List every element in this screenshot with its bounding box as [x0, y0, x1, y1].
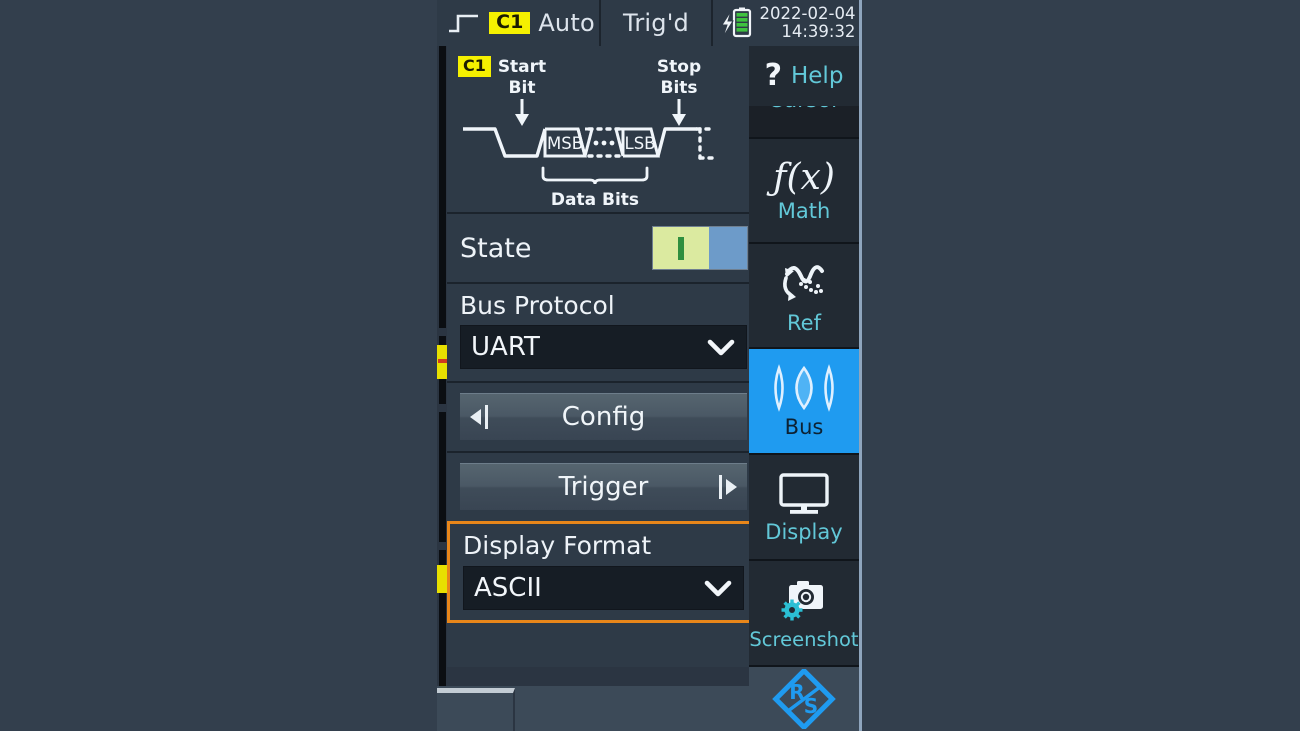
screen-root: C1 Auto Trig'd 2022-02-04 14:39:32 C1 St… [0, 0, 1300, 731]
strip-dark-seg-1 [439, 46, 446, 328]
sidebar-item-help[interactable]: ? Help [749, 46, 859, 106]
bus-protocol-field: Bus Protocol UART [447, 284, 760, 382]
svg-text:Bit: Bit [509, 78, 536, 98]
state-toggle-on-segment[interactable] [653, 227, 709, 269]
config-button-block: Config [447, 383, 760, 452]
svg-text:LSB: LSB [625, 134, 656, 153]
display-format-value: ASCII [474, 572, 542, 603]
display-format-field: Display Format ASCII [447, 521, 760, 623]
time-label: 14:39:32 [781, 22, 856, 41]
state-toggle-off-segment[interactable] [708, 227, 747, 269]
state-label: State [460, 232, 532, 264]
eye-diagram-icon [771, 364, 837, 412]
channel-marker-c1[interactable] [437, 345, 447, 379]
display-format-dropdown[interactable]: ASCII [463, 565, 744, 610]
state-on-marker [677, 236, 684, 260]
uart-waveform-svg: Start Bit Stop Bits MSB LSB Data Bits [463, 57, 719, 210]
sidebar-item-bus[interactable]: Bus [749, 349, 859, 455]
trigger-state-label: Trig'd [623, 9, 689, 37]
battery-datetime-cell[interactable]: 2022-02-04 14:39:32 [713, 0, 861, 46]
question-mark-icon: ? [764, 58, 782, 93]
fx-icon: ƒ(x) [773, 156, 835, 198]
rising-edge-icon [449, 14, 479, 33]
sidebar-label-ref: Ref [787, 310, 821, 335]
window-right-border [859, 0, 862, 731]
svg-text:MSB: MSB [547, 134, 583, 153]
sidebar-item-ref[interactable]: Ref [749, 244, 859, 349]
arrow-left-bar-icon [470, 405, 488, 430]
channel-marker-c2[interactable] [437, 565, 447, 593]
reference-waveform-icon [777, 258, 831, 308]
chevron-down-icon-2 [704, 580, 732, 596]
chevron-down-icon [707, 339, 735, 356]
state-toggle[interactable] [652, 226, 748, 270]
bar-arrow-right-icon [719, 475, 737, 500]
panel-tail-area [447, 622, 760, 667]
acquisition-mode-label: Auto [538, 9, 595, 37]
uart-frame-diagram: C1 Start Bit Stop Bits MSB LSB Data Bits [447, 46, 760, 212]
sidebar-item-cursor[interactable]: Cursor [749, 106, 859, 139]
state-row[interactable]: State [447, 214, 760, 282]
sidebar-label-display: Display [765, 520, 843, 544]
sidebar-label-help: Help [790, 62, 844, 89]
trigger-button-label: Trigger [558, 472, 649, 503]
channel-marker-strip [437, 46, 447, 686]
bus-protocol-value: UART [471, 332, 540, 363]
bus-protocol-label: Bus Protocol [460, 291, 615, 320]
battery-charging-icon [720, 7, 751, 38]
sidebar-label-math: Math [777, 198, 831, 223]
bus-protocol-dropdown[interactable]: UART [460, 325, 747, 370]
svg-text:Start: Start [498, 57, 546, 77]
status-bar: C1 Auto Trig'd 2022-02-04 14:39:32 [437, 0, 861, 46]
sidebar-item-screenshot[interactable]: Screenshot [749, 561, 859, 667]
sidebar-label-screenshot: Screenshot [749, 627, 859, 651]
date-label: 2022-02-04 [759, 4, 856, 24]
right-sidebar: ? Help Cursor ƒ(x) Math [749, 46, 859, 731]
svg-text:Data Bits: Data Bits [551, 190, 639, 210]
config-button[interactable]: Config [460, 393, 747, 441]
sidebar-label-cursor: Cursor [768, 106, 840, 112]
rohde-schwarz-logo: R S [749, 667, 859, 731]
trigger-button-block: Trigger [447, 453, 760, 522]
svg-text:Stop: Stop [657, 57, 701, 77]
trigger-button[interactable]: Trigger [460, 463, 747, 511]
camera-gear-icon [775, 577, 833, 625]
trigger-state-cell[interactable]: Trig'd [601, 0, 711, 46]
sidebar-item-display[interactable]: Display [749, 455, 859, 561]
bus-settings-panel: C1 Start Bit Stop Bits MSB LSB Data Bits… [447, 46, 760, 686]
channel-badge: C1 [489, 12, 531, 34]
display-format-label: Display Format [463, 531, 652, 561]
monitor-icon [776, 471, 832, 517]
svg-text:Bits: Bits [660, 78, 697, 98]
trigger-status-cell[interactable]: C1 Auto [437, 0, 599, 46]
sidebar-label-bus: Bus [784, 415, 824, 439]
datetime-display: 2022-02-04 14:39:32 [760, 5, 856, 41]
config-button-label: Config [561, 402, 646, 433]
sidebar-item-math[interactable]: ƒ(x) Math [749, 139, 859, 244]
strip-dark-seg-3 [439, 412, 446, 542]
bottom-toolbar-first-slot[interactable] [437, 688, 515, 731]
